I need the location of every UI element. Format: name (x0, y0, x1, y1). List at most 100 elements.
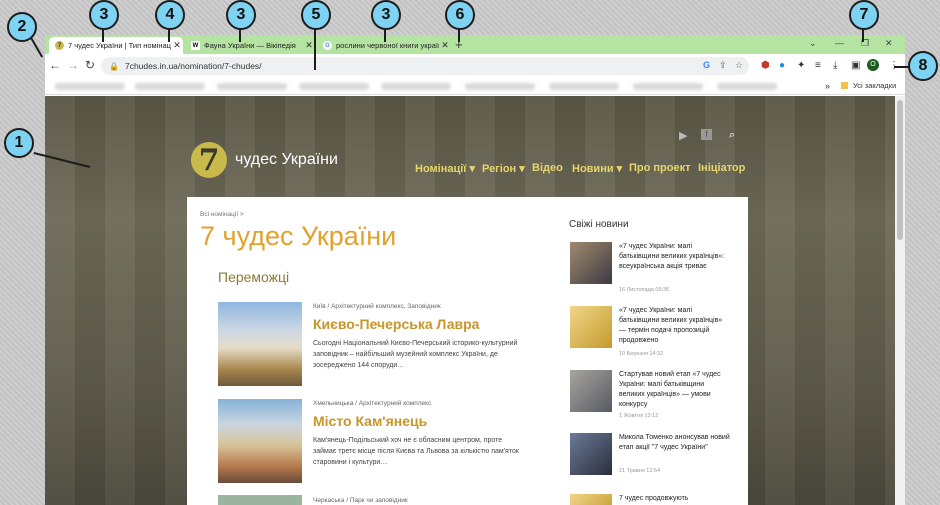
callout-line (239, 28, 241, 42)
callout-1: 1 (4, 128, 34, 158)
all-bookmarks[interactable]: Усі закладки (853, 81, 896, 90)
news-title[interactable]: «7 чудес України: малі батьківщини велик… (619, 306, 731, 346)
item-category[interactable]: Хмельницька / Архітектурний комплекс (313, 400, 431, 407)
news-image[interactable] (570, 433, 612, 475)
scrollbar-thumb[interactable] (897, 100, 903, 240)
bookmark-item[interactable] (299, 83, 369, 90)
news-image[interactable] (570, 370, 612, 412)
news-date: 1 Жовтня 13:12 (619, 413, 659, 419)
news-title[interactable]: Стартував новий етап «7 чудес України: м… (619, 370, 731, 410)
close-tab-icon[interactable]: ✕ (171, 40, 183, 51)
google-lens-icon[interactable]: G (703, 60, 710, 70)
callout-3c: 3 (371, 0, 401, 30)
close-tab-icon[interactable]: ✕ (439, 40, 451, 51)
site-info-icon[interactable]: 🔒 (109, 62, 119, 71)
more-bookmarks-icon[interactable]: » (825, 81, 830, 91)
callout-8: 8 (908, 51, 938, 81)
menu-about[interactable]: Про проект (629, 162, 691, 174)
wikipedia-icon: W (191, 41, 200, 50)
callout-line (862, 28, 864, 42)
site-logo[interactable]: 7 чудес України (191, 142, 338, 178)
tab-title: рослини червоної книги україн (336, 41, 439, 50)
news-image[interactable] (570, 242, 612, 284)
reading-list-icon[interactable]: ≡ (815, 60, 821, 71)
content-card: Всі номінації > 7 чудес України Переможц… (187, 197, 748, 505)
forward-icon[interactable]: → (67, 58, 79, 72)
facebook-icon[interactable]: f (701, 129, 712, 140)
bookmark-item[interactable] (633, 83, 703, 90)
side-panel-icon[interactable]: ▣ (851, 60, 860, 71)
callout-3: 3 (89, 0, 119, 30)
tab-title: 7 чудес України | Тип номінації (68, 41, 171, 50)
item-title[interactable]: Місто Кам'янець (313, 413, 427, 429)
menu-news[interactable]: Новини ▾ (572, 162, 622, 175)
tab-search-icon[interactable]: ⌄ (809, 38, 817, 49)
ublock-icon[interactable]: ⬢ (761, 60, 770, 71)
url-text: 7chudes.in.ua/nomination/7-chudes/ (124, 61, 262, 71)
logo-text: чудес України (235, 151, 338, 168)
site-favicon-icon: 7 (55, 41, 64, 50)
bookmark-item[interactable] (381, 83, 451, 90)
bookmark-item[interactable] (217, 83, 287, 90)
folder-icon (841, 82, 848, 89)
news-date: 10 Березня 14:32 (619, 351, 664, 357)
news-title[interactable]: Микола Томенко анонсував новий етап акці… (619, 433, 731, 453)
share-icon[interactable]: ⇪ (719, 60, 727, 71)
menu-initiator[interactable]: Ініціатор (698, 162, 745, 174)
bookmark-item[interactable] (135, 83, 205, 90)
news-title[interactable]: «7 чудес України: малі батьківщини велик… (619, 242, 731, 272)
youtube-icon[interactable]: ▶ (679, 129, 687, 142)
news-date: 21 Травня 12:54 (619, 468, 661, 474)
scrollbar[interactable] (895, 96, 905, 505)
bookmark-item[interactable] (549, 83, 619, 90)
menu-region[interactable]: Регіон ▾ (482, 162, 525, 175)
bookmark-star-icon[interactable]: ☆ (735, 60, 743, 71)
reload-icon[interactable]: ↻ (85, 58, 95, 72)
bookmark-item[interactable] (55, 83, 125, 90)
lavra-image[interactable] (218, 302, 302, 386)
download-icon[interactable]: ⤓ (833, 60, 837, 71)
item-description: Кам'янець-Подільський хоч не є обласним … (313, 437, 519, 466)
page-viewport: ▶ f ⌕ 7 чудес України Номінації ▾ Регіон… (45, 96, 895, 505)
bookmark-item[interactable] (717, 83, 777, 90)
address-bar[interactable]: 🔒 7chudes.in.ua/nomination/7-chudes/ G ⇪… (101, 57, 749, 75)
item-category[interactable]: Київ / Архітектурний комплекс, Заповідни… (313, 303, 441, 310)
breadcrumb[interactable]: Всі номінації > (200, 211, 244, 218)
callout-2: 2 (7, 12, 37, 42)
callout-7: 7 (849, 0, 879, 30)
toolbar: ← → ↻ 🔒 7chudes.in.ua/nomination/7-chude… (45, 54, 905, 78)
menu-nominations[interactable]: Номінації ▾ (415, 162, 475, 175)
callout-3b: 3 (226, 0, 256, 30)
item-title[interactable]: Києво-Печерська Лавра (313, 316, 479, 332)
callout-line (168, 28, 170, 42)
tab-wikipedia[interactable]: W Фауна України — Вікіпедія ✕ (185, 37, 315, 54)
news-image[interactable] (570, 306, 612, 348)
callout-line (102, 28, 104, 42)
google-icon: G (323, 41, 332, 50)
menu-video[interactable]: Відео (532, 162, 563, 174)
callout-6: 6 (445, 0, 475, 30)
close-tab-icon[interactable]: ✕ (303, 40, 315, 51)
tab-strip: 7 7 чудес України | Тип номінації ✕ W Фа… (45, 35, 905, 54)
news-date: 16 Листопада 09:36 (619, 287, 670, 293)
back-icon[interactable]: ← (49, 58, 61, 72)
callout-line (314, 28, 316, 70)
profile-avatar[interactable]: O (867, 59, 879, 71)
search-icon[interactable]: ⌕ (729, 129, 735, 142)
bookmark-item[interactable] (465, 83, 535, 90)
minimize-icon[interactable]: — (835, 38, 844, 48)
callout-4: 4 (155, 0, 185, 30)
news-title[interactable]: 7 чудес продовжують (619, 494, 731, 504)
browser-window: 7 7 чудес України | Тип номінації ✕ W Фа… (45, 35, 905, 505)
extensions-puzzle-icon[interactable]: ✦ (797, 60, 805, 71)
callout-line (384, 28, 386, 42)
extension-icon[interactable]: ● (779, 60, 785, 71)
item-image[interactable] (218, 495, 302, 505)
tab-7chudes[interactable]: 7 7 чудес України | Тип номінації ✕ (49, 37, 183, 54)
item-category[interactable]: Черкаська / Парк чи заповідник (313, 497, 408, 504)
kamianets-image[interactable] (218, 399, 302, 483)
bookmarks-bar: » Усі закладки (45, 78, 905, 95)
close-window-icon[interactable]: ✕ (885, 38, 893, 49)
callout-5: 5 (301, 0, 331, 30)
news-image[interactable] (570, 494, 612, 505)
